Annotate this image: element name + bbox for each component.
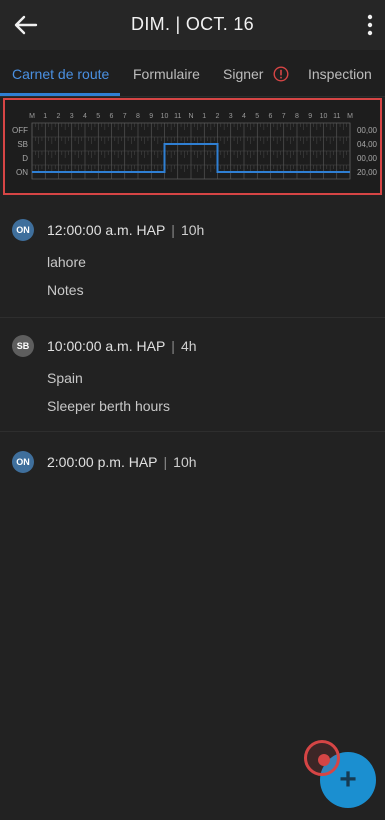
hour-label: 2 bbox=[216, 113, 220, 120]
hour-label: M bbox=[29, 113, 35, 120]
divider bbox=[0, 317, 385, 318]
row-label: D bbox=[22, 154, 28, 163]
row-total: 00,00 bbox=[357, 126, 378, 135]
hour-label: 11 bbox=[174, 113, 181, 120]
row-label: SB bbox=[17, 140, 28, 149]
tab-signer[interactable]: Signer bbox=[223, 66, 289, 82]
row-total: 00,00 bbox=[357, 154, 378, 163]
hour-label: 6 bbox=[269, 113, 273, 120]
page-title: DIM. | OCT. 16 bbox=[131, 14, 254, 34]
row-total: 20,00 bbox=[357, 168, 378, 177]
hour-label: 5 bbox=[96, 113, 100, 120]
plus-icon: + bbox=[339, 763, 357, 796]
hour-label: 4 bbox=[83, 113, 87, 120]
separator: | bbox=[163, 454, 168, 470]
app-bar: DIM. | OCT. 16 bbox=[0, 0, 385, 50]
active-tab-indicator bbox=[0, 93, 120, 96]
hour-label: M bbox=[347, 113, 353, 120]
row-label: OFF bbox=[12, 126, 28, 135]
hour-label: 1 bbox=[202, 113, 206, 120]
hour-label: 7 bbox=[123, 113, 127, 120]
hour-label: 10 bbox=[161, 113, 169, 120]
more-vertical-icon[interactable] bbox=[365, 13, 375, 37]
tab-signer-label: Signer bbox=[223, 66, 264, 82]
hour-label: 7 bbox=[282, 113, 286, 120]
entry-duration: 10h bbox=[173, 454, 197, 470]
entry-header: 12:00:00 a.m. HAP | 10h bbox=[47, 222, 204, 238]
tab-formulaire[interactable]: Formulaire bbox=[133, 66, 200, 82]
status-badge: ON bbox=[12, 451, 34, 473]
entry-note: Notes bbox=[47, 282, 84, 298]
hour-label: 4 bbox=[242, 113, 246, 120]
warning-icon bbox=[273, 66, 289, 82]
hour-label: 11 bbox=[333, 113, 340, 120]
status-badge: SB bbox=[12, 335, 34, 357]
entry-time: 2:00:00 p.m. HAP bbox=[47, 454, 158, 470]
duty-status-graph[interactable]: M 1 2 3 4 5 6 7 8 9 10 11 N 1 2 3 4 5 6 7 8 9 10 11 M OFF 00,00 SB 0… bbox=[3, 98, 382, 195]
hour-label: 9 bbox=[149, 113, 153, 120]
entry-duration: 4h bbox=[180, 338, 197, 354]
entry-note: Sleeper berth hours bbox=[47, 398, 170, 414]
hour-label: 3 bbox=[70, 113, 74, 120]
duty-status-graph-svg: M 1 2 3 4 5 6 7 8 9 10 11 N 1 2 3 4 5 6 7 8 9 10 11 MOFF 00,00SB 0… bbox=[12, 113, 378, 180]
row-total: 04,00 bbox=[357, 140, 378, 149]
hour-label: 1 bbox=[43, 113, 47, 120]
status-badge: ON bbox=[12, 219, 34, 241]
entry-location: lahore bbox=[47, 254, 86, 270]
touch-dot bbox=[318, 754, 330, 766]
entry-location: Spain bbox=[47, 370, 83, 386]
entry-time: 12:00:00 a.m. HAP bbox=[47, 222, 166, 238]
hour-label: 8 bbox=[136, 113, 140, 120]
entry-header: 2:00:00 p.m. HAP | 10h bbox=[47, 454, 197, 470]
hour-label: 10 bbox=[320, 113, 328, 120]
row-label: ON bbox=[16, 168, 28, 177]
tab-bar: Carnet de route Formulaire Signer Inspec… bbox=[0, 50, 385, 97]
separator: | bbox=[171, 222, 175, 238]
hour-label: 9 bbox=[308, 113, 312, 120]
hour-label: 3 bbox=[229, 113, 233, 120]
hour-label: 8 bbox=[295, 113, 299, 120]
hour-label: N bbox=[188, 113, 193, 120]
divider bbox=[0, 431, 385, 432]
tab-inspection[interactable]: Inspection bbox=[308, 66, 372, 82]
tab-carnet-de-route[interactable]: Carnet de route bbox=[12, 66, 109, 82]
entry-duration: 10h bbox=[180, 222, 205, 238]
hour-label: 2 bbox=[57, 113, 61, 120]
hour-label: 5 bbox=[255, 113, 259, 120]
hour-label: 6 bbox=[110, 113, 114, 120]
separator: | bbox=[171, 338, 175, 354]
entry-time: 10:00:00 a.m. HAP bbox=[47, 338, 166, 354]
entry-header: 10:00:00 a.m. HAP | 4h bbox=[47, 338, 197, 354]
